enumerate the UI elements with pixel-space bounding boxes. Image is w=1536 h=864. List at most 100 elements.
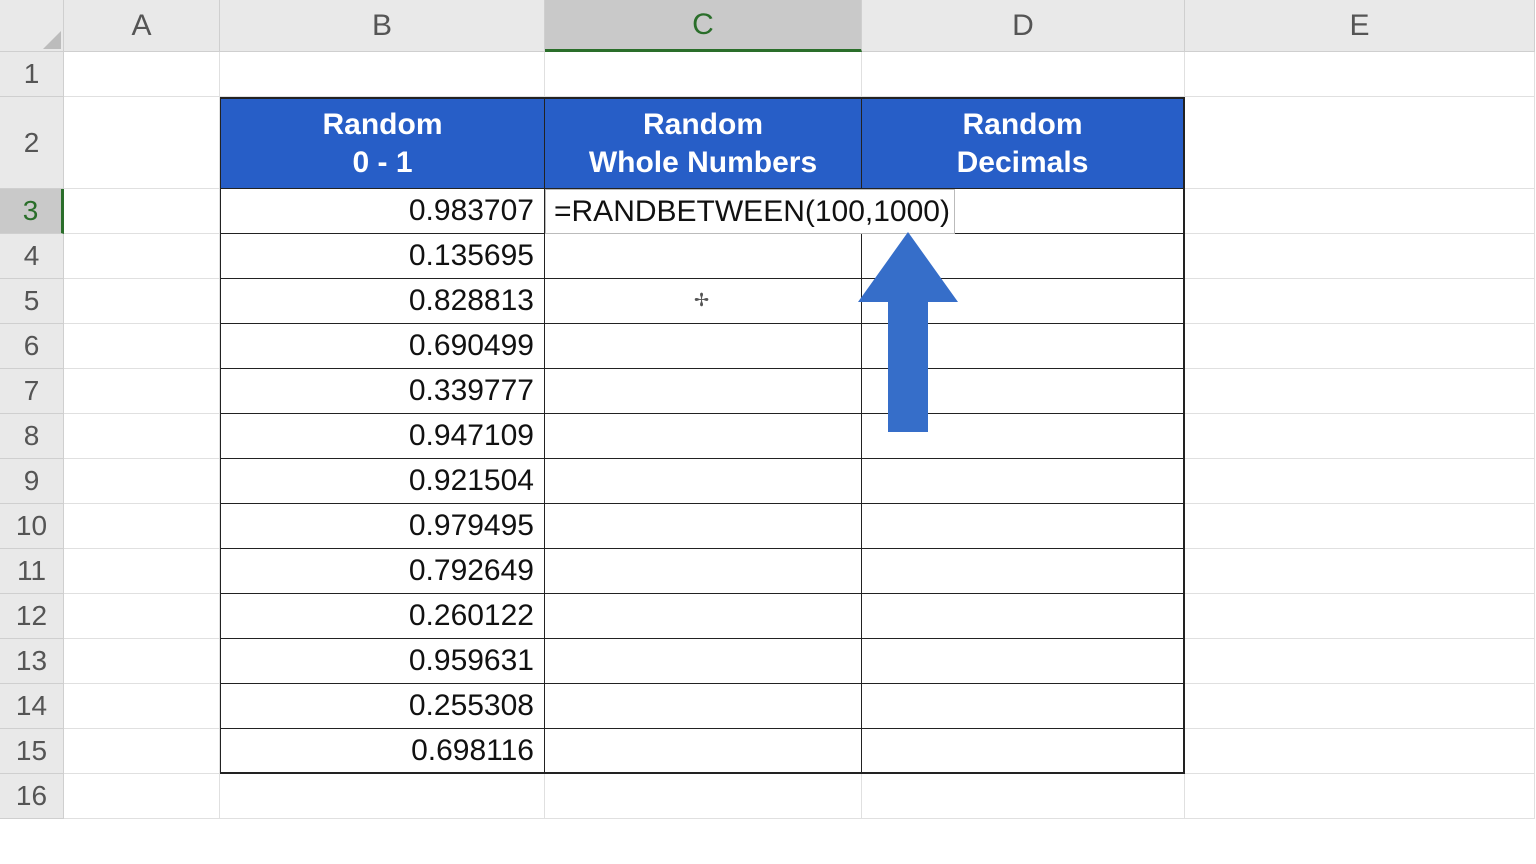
cell[interactable] — [1185, 594, 1535, 639]
cell[interactable] — [64, 729, 220, 774]
formula-cell[interactable]: =RANDBETWEEN(100,1000) — [545, 189, 862, 234]
row-header-14[interactable]: 14 — [0, 684, 64, 729]
column-header-e[interactable]: E — [1185, 0, 1535, 52]
cell[interactable] — [64, 234, 220, 279]
cell-value[interactable]: 0.983707 — [220, 189, 545, 234]
cell-value[interactable]: 0.979495 — [220, 504, 545, 549]
cell[interactable] — [1185, 97, 1535, 189]
cell[interactable] — [545, 234, 862, 279]
cell-value[interactable]: 0.690499 — [220, 324, 545, 369]
cell-value[interactable]: 0.135695 — [220, 234, 545, 279]
cell[interactable] — [862, 52, 1185, 97]
cell-value[interactable]: 0.792649 — [220, 549, 545, 594]
cell[interactable] — [64, 324, 220, 369]
cell[interactable] — [1185, 639, 1535, 684]
row-header-1[interactable]: 1 — [0, 52, 64, 97]
cell[interactable] — [1185, 234, 1535, 279]
select-all-corner[interactable] — [0, 0, 64, 52]
row-header-2[interactable]: 2 — [0, 97, 64, 189]
grid-row: 0.255308 — [64, 684, 1535, 729]
cell[interactable] — [1185, 684, 1535, 729]
column-header-a[interactable]: A — [64, 0, 220, 52]
cell-value[interactable]: 0.959631 — [220, 639, 545, 684]
row-header-6[interactable]: 6 — [0, 324, 64, 369]
grid-row: 0.983707 =RANDBETWEEN(100,1000) — [64, 189, 1535, 234]
cell[interactable] — [1185, 324, 1535, 369]
formula-input[interactable]: =RANDBETWEEN(100,1000) — [545, 189, 955, 234]
row-header-7[interactable]: 7 — [0, 369, 64, 414]
row-header-12[interactable]: 12 — [0, 594, 64, 639]
cell[interactable] — [64, 594, 220, 639]
cell[interactable] — [862, 774, 1185, 819]
cell[interactable] — [545, 369, 862, 414]
cell[interactable] — [1185, 52, 1535, 97]
cell[interactable] — [64, 504, 220, 549]
cell[interactable] — [862, 639, 1185, 684]
cell[interactable] — [545, 729, 862, 774]
table-header-c[interactable]: Random Whole Numbers — [545, 97, 862, 189]
row-header-4[interactable]: 4 — [0, 234, 64, 279]
cell[interactable] — [862, 594, 1185, 639]
cell-value[interactable]: 0.947109 — [220, 414, 545, 459]
row-header-13[interactable]: 13 — [0, 639, 64, 684]
cell[interactable] — [545, 459, 862, 504]
cell[interactable] — [64, 369, 220, 414]
cell[interactable] — [1185, 549, 1535, 594]
cell[interactable] — [64, 774, 220, 819]
cell[interactable] — [64, 414, 220, 459]
table-header-d[interactable]: Random Decimals — [862, 97, 1185, 189]
cell[interactable] — [64, 189, 220, 234]
cell[interactable] — [545, 639, 862, 684]
cell[interactable] — [64, 459, 220, 504]
column-header-d[interactable]: D — [862, 0, 1185, 52]
row-header-3[interactable]: 3 — [0, 189, 64, 234]
cell[interactable] — [545, 684, 862, 729]
cell[interactable] — [1185, 279, 1535, 324]
row-header-10[interactable]: 10 — [0, 504, 64, 549]
cell[interactable] — [1185, 774, 1535, 819]
cell[interactable] — [64, 684, 220, 729]
cell[interactable] — [64, 279, 220, 324]
cell[interactable] — [862, 684, 1185, 729]
cell[interactable] — [545, 594, 862, 639]
row-header-9[interactable]: 9 — [0, 459, 64, 504]
cell-grid: Random 0 - 1 Random Whole Numbers Random… — [64, 52, 1535, 819]
cell[interactable] — [545, 549, 862, 594]
cell[interactable] — [862, 729, 1185, 774]
cell[interactable] — [545, 324, 862, 369]
row-header-8[interactable]: 8 — [0, 414, 64, 459]
cell-value[interactable]: 0.698116 — [220, 729, 545, 774]
cell[interactable] — [862, 459, 1185, 504]
row-header-5[interactable]: 5 — [0, 279, 64, 324]
cell[interactable] — [545, 774, 862, 819]
row-header-15[interactable]: 15 — [0, 729, 64, 774]
cell[interactable] — [1185, 504, 1535, 549]
cell[interactable] — [220, 52, 545, 97]
cell[interactable] — [64, 639, 220, 684]
cell-value[interactable]: 0.828813 — [220, 279, 545, 324]
cell[interactable] — [64, 549, 220, 594]
table-header-b[interactable]: Random 0 - 1 — [220, 97, 545, 189]
cell-value[interactable]: 0.921504 — [220, 459, 545, 504]
cell[interactable] — [64, 97, 220, 189]
grid-row — [64, 52, 1535, 97]
cell[interactable] — [862, 504, 1185, 549]
cell[interactable] — [545, 414, 862, 459]
cell-value[interactable]: 0.339777 — [220, 369, 545, 414]
cell[interactable] — [220, 774, 545, 819]
cell[interactable] — [1185, 729, 1535, 774]
cell-value[interactable]: 0.260122 — [220, 594, 545, 639]
row-header-11[interactable]: 11 — [0, 549, 64, 594]
cell[interactable] — [545, 504, 862, 549]
column-header-b[interactable]: B — [220, 0, 545, 52]
cell[interactable] — [1185, 459, 1535, 504]
cell[interactable] — [64, 52, 220, 97]
row-header-16[interactable]: 16 — [0, 774, 64, 819]
cell[interactable] — [1185, 414, 1535, 459]
cell[interactable] — [1185, 369, 1535, 414]
cell[interactable] — [545, 52, 862, 97]
column-header-c[interactable]: C — [545, 0, 862, 52]
cell[interactable] — [1185, 189, 1535, 234]
cell-value[interactable]: 0.255308 — [220, 684, 545, 729]
cell[interactable] — [862, 549, 1185, 594]
